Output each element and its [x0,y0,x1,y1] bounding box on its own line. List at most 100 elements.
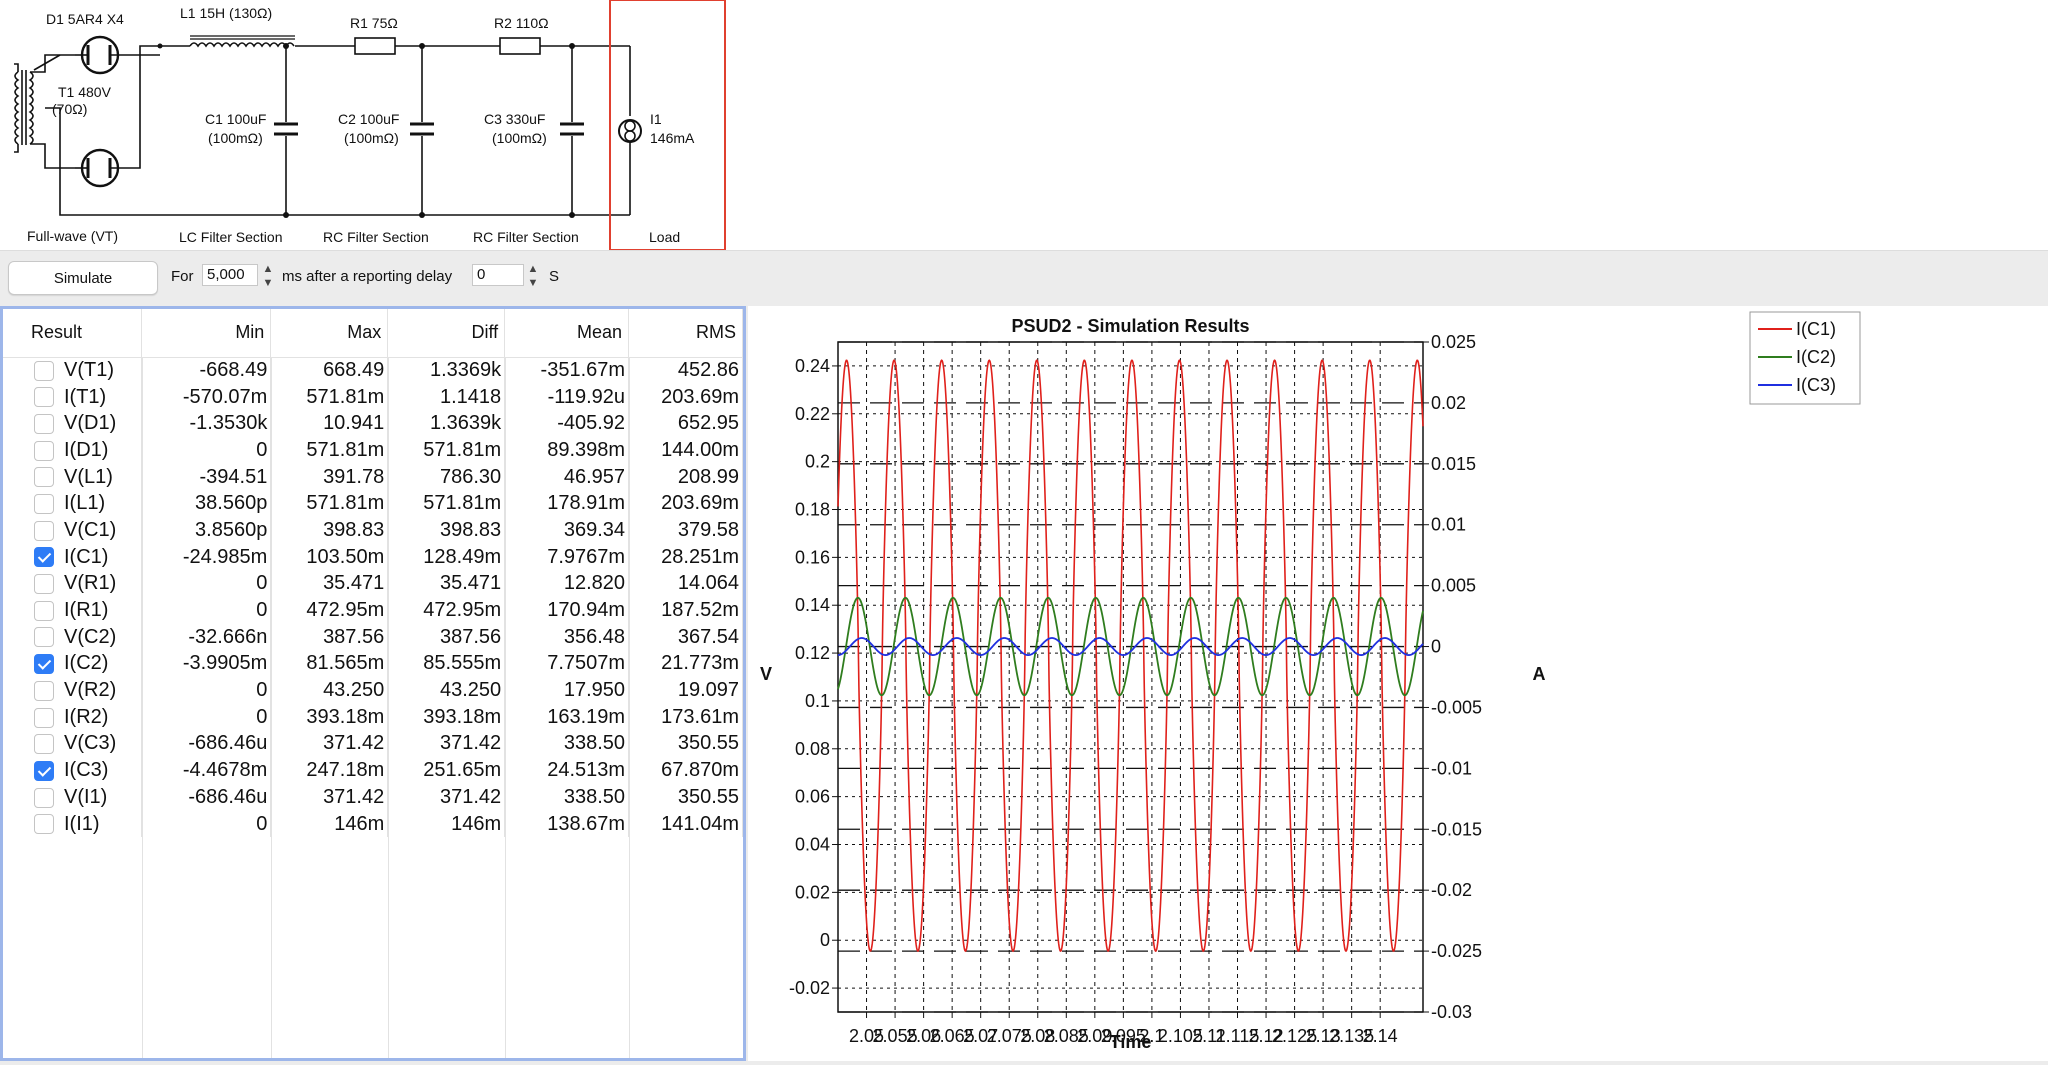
header-mean[interactable]: Mean [504,309,630,358]
cell-diff: 571.81m [387,490,506,518]
table-row[interactable]: V(R2) 0 43.250 43.250 17.950 19.097 [3,677,743,704]
table-row[interactable]: I(T1) -570.07m 571.81m 1.1418 -119.92u 203.69… [3,383,743,411]
cell-mean: 170.94m [504,597,630,624]
cell-max: 393.18m [270,703,389,731]
cell-diff: 398.83 [387,517,506,544]
checkbox-unchecked-icon[interactable] [34,360,54,381]
cell-mean: 7.9767m [504,543,630,571]
cell-diff: 1.1418 [387,383,506,411]
checkbox-unchecked-icon[interactable] [34,627,54,648]
checkbox-unchecked-icon[interactable] [34,467,54,488]
cell-diff: 371.42 [387,784,506,811]
delay-input[interactable]: 0 [472,264,524,286]
result-cell: V(R2) [3,677,143,704]
simulate-button[interactable]: Simulate [8,261,158,295]
result-cell: I(L1) [3,490,143,518]
duration-input[interactable]: 5,000 [202,264,258,286]
result-name: V(R1) [64,572,117,595]
checkbox-checked-icon[interactable] [34,654,54,675]
results-table-panel[interactable]: Result Min Max Diff Mean RMS V(T1) -668.4… [0,306,746,1061]
checkbox-unchecked-icon[interactable] [34,440,54,461]
table-row[interactable]: I(C2) -3.9905m 81.565m 85.555m 7.7507m 21.773… [3,650,743,678]
label-t1-line2: (70Ω) [52,101,87,117]
checkbox-unchecked-icon[interactable] [34,680,54,701]
result-name: I(C2) [64,652,109,675]
y-right-tick-label: -0.03 [1431,1002,1472,1022]
schematic-panel: D1 5AR4 X4 L1 15H (130Ω) R1 75Ω R2 110Ω … [0,0,2048,250]
table-row[interactable]: I(D1) 0 571.81m 571.81m 89.398m 144.00m [3,437,743,464]
cell-rms: 21.773m [628,650,743,678]
cell-max: 387.56 [270,623,389,651]
result-name: V(T1) [64,359,114,382]
cell-mean: 369.34 [504,517,630,544]
cell-min: -32.666n [141,623,272,651]
header-min[interactable]: Min [141,309,272,358]
result-name: V(D1) [64,412,117,435]
header-max[interactable]: Max [270,309,389,358]
label-r1: R1 75Ω [350,15,398,31]
table-row[interactable]: I(I1) 0 146m 146m 138.67m 141.04m [3,810,743,838]
legend-entry-1[interactable]: I(C2) [1796,347,1836,367]
cell-min: -1.3530k [141,410,272,438]
table-row[interactable]: I(C3) -4.4678m 247.18m 251.65m 24.513m 67.870… [3,757,743,784]
checkbox-unchecked-icon[interactable] [34,787,54,808]
table-row[interactable]: V(I1) -686.46u 371.42 371.42 338.50 350.55 [3,784,743,811]
checkbox-unchecked-icon[interactable] [34,494,54,514]
table-row[interactable]: V(T1) -668.49 668.49 1.3369k -351.67m 452.86 [3,357,743,384]
duration-stepper-icon[interactable]: ▲ ▼ [260,262,276,290]
current-source-i1-symbol [618,119,642,143]
label-c1-line2: (100mΩ) [208,130,263,146]
cell-min: 0 [141,437,272,464]
legend-entry-0[interactable]: I(C1) [1796,319,1836,339]
checkbox-unchecked-icon[interactable] [34,574,54,595]
section-label-rc-filter-1: RC Filter Section [323,229,429,245]
delay-stepper-icon[interactable]: ▲ ▼ [525,262,541,290]
cell-mean: -351.67m [504,357,630,384]
table-row[interactable]: V(L1) -394.51 391.78 786.30 46.957 208.99 [3,463,743,491]
cell-rms: 367.54 [628,623,743,651]
checkbox-unchecked-icon[interactable] [34,387,54,408]
cell-min: 3.8560p [141,517,272,544]
table-row[interactable]: V(C3) -686.46u 371.42 371.42 338.50 350.55 [3,730,743,758]
header-result[interactable]: Result [3,309,143,358]
header-diff[interactable]: Diff [387,309,506,358]
header-rms[interactable]: RMS [628,309,743,358]
y-right-tick-label: -0.01 [1431,758,1472,778]
checkbox-checked-icon[interactable] [34,760,54,781]
table-row[interactable]: V(C2) -32.666n 387.56 387.56 356.48 367.54 [3,623,743,651]
cell-mean: 178.91m [504,490,630,518]
result-name: I(C3) [64,759,109,782]
checkbox-unchecked-icon[interactable] [34,520,54,541]
table-row[interactable]: V(C1) 3.8560p 398.83 398.83 369.34 379.58 [3,517,743,544]
cell-diff: 35.471 [387,570,506,598]
checkbox-unchecked-icon[interactable] [34,814,54,835]
cell-diff: 1.3639k [387,410,506,438]
schematic-drawing[interactable]: D1 5AR4 X4 L1 15H (130Ω) R1 75Ω R2 110Ω … [0,0,2048,250]
ms-label: ms after a reporting delay [282,268,453,285]
table-row[interactable]: V(D1) -1.3530k 10.941 1.3639k -405.92 652.95 [3,410,743,438]
cell-max: 668.49 [270,357,389,384]
table-row[interactable]: I(R2) 0 393.18m 393.18m 163.19m 173.61m [3,703,743,731]
cell-max: 35.471 [270,570,389,598]
cell-min: 38.560p [141,490,272,518]
checkbox-unchecked-icon[interactable] [34,413,54,434]
checkbox-checked-icon[interactable] [34,547,54,568]
simulation-chart[interactable]: 2.052.0552.062.0652.072.0752.082.0852.09… [748,306,2048,1061]
y-right-tick-label: 0.015 [1431,454,1476,474]
cell-rms: 203.69m [628,490,743,518]
table-row[interactable]: I(C1) -24.985m 103.50m 128.49m 7.9767m 28.251… [3,543,743,571]
cell-rms: 19.097 [628,677,743,704]
cell-rms: 350.55 [628,730,743,758]
result-cell: I(C3) [3,757,143,784]
table-row[interactable]: I(R1) 0 472.95m 472.95m 170.94m 187.52m [3,597,743,624]
checkbox-unchecked-icon[interactable] [34,734,54,755]
cell-diff: 371.42 [387,730,506,758]
checkbox-unchecked-icon[interactable] [34,600,54,621]
checkbox-unchecked-icon[interactable] [34,707,54,728]
table-row[interactable]: I(L1) 38.560p 571.81m 571.81m 178.91m 203.69m [3,490,743,518]
cell-mean: -405.92 [504,410,630,438]
table-row[interactable]: V(R1) 0 35.471 35.471 12.820 14.064 [3,570,743,598]
legend-entry-2[interactable]: I(C3) [1796,375,1836,395]
section-label-rc-filter-2: RC Filter Section [473,229,579,245]
y-left-tick-label: 0.22 [795,404,830,424]
